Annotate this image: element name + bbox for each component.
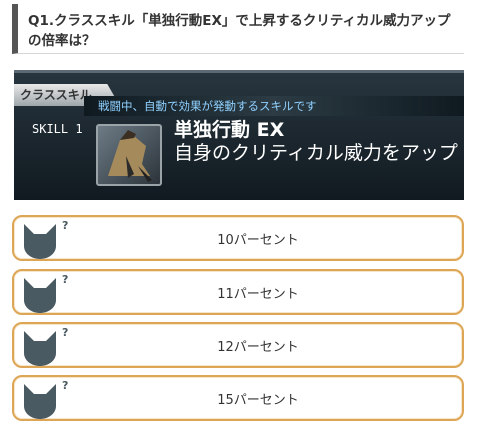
- question-heading: Q1.クラススキル「単独行動EX」で上昇するクリティカル威力アップの倍率は？: [12, 4, 464, 54]
- cloaked-figure-icon: [96, 124, 162, 186]
- skill-card-tab-label: クラススキル: [20, 88, 92, 102]
- answer-option-label: 10パーセント: [217, 232, 299, 248]
- skill-card-subtitle: 戦闘中、自動で効果が発動するスキルです: [84, 96, 464, 116]
- skill-description: 自身のクリティカル威力をアップ: [174, 142, 458, 164]
- answer-option-label: 12パーセント: [217, 339, 299, 355]
- answer-option-2[interactable]: ? 11パーセント: [12, 269, 464, 315]
- answer-option-4[interactable]: ? 15パーセント: [12, 375, 464, 421]
- skill-name: 単独行動 EX: [174, 119, 285, 141]
- answer-option-label: 11パーセント: [217, 286, 299, 302]
- skill-card-subtitle-text: 戦闘中、自動で効果が発動するスキルです: [98, 99, 317, 113]
- answer-option-3[interactable]: ? 12パーセント: [12, 322, 464, 368]
- answer-option-label: 15パーセント: [217, 392, 299, 408]
- skill-level-label: SKILL 1: [32, 122, 83, 136]
- answer-option-1[interactable]: ? 10パーセント: [12, 215, 464, 261]
- question-text: Q1.クラススキル「単独行動EX」で上昇するクリティカル威力アップの倍率は？: [28, 13, 451, 49]
- skill-card-image: クラススキル 戦闘中、自動で効果が発動するスキルです SKILL 1 単独行動 …: [14, 70, 464, 200]
- skill-card-top-line: [14, 70, 464, 73]
